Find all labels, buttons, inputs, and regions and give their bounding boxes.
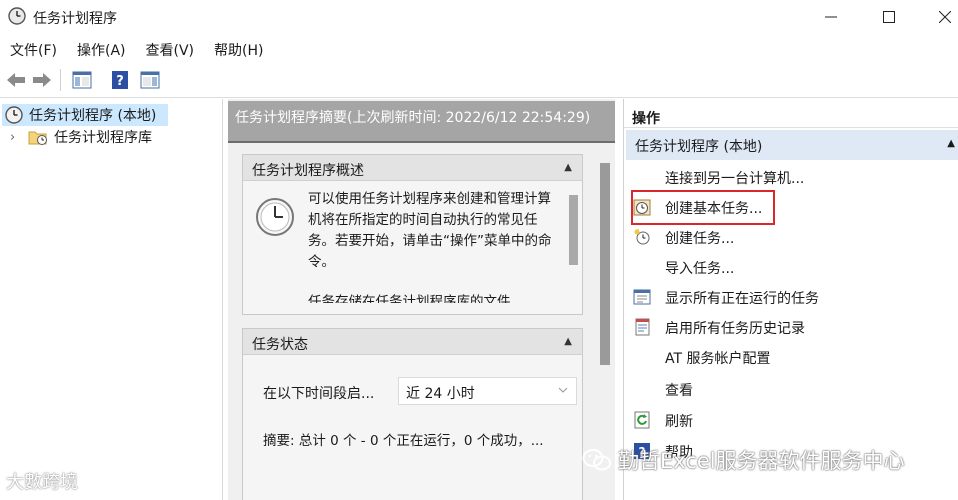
status-section: 任务状态 ▲ 在以下时间段启... 近 24 小时 摘要: 总计 0 个 - 0… [242, 328, 583, 500]
overview-section-header[interactable]: 任务计划程序概述 ▲ [243, 155, 582, 181]
menu-action[interactable]: 操作(A) [67, 36, 136, 62]
overview-scrollbar-thumb[interactable] [569, 195, 578, 265]
action-label: 显示所有正在运行的任务 [665, 291, 819, 307]
maximize-icon [883, 11, 895, 23]
actions-pane: 操作 任务计划程序 (本地) ▲ 连接到另一台计算机... 创建基本任务... … [623, 99, 958, 500]
console-tree: 任务计划程序 (本地) › 任务计划程序库 [0, 99, 223, 500]
forward-arrow-icon [33, 73, 51, 87]
history-icon [635, 318, 650, 336]
back-arrow-icon [7, 73, 25, 87]
minimize-button[interactable] [808, 0, 854, 34]
period-select-value: 近 24 小时 [406, 386, 475, 402]
menu-bar: 文件(F) 操作(A) 查看(V) 帮助(H) [0, 36, 958, 62]
console-tree-icon [72, 71, 92, 89]
task-scheduler-clock-icon [8, 7, 26, 25]
clock-icon [5, 106, 23, 124]
menu-file[interactable]: 文件(F) [0, 36, 67, 62]
title-bar: 任务计划程序 [0, 0, 958, 34]
action-create-task[interactable]: 创建任务... [624, 223, 957, 251]
watermark-left: 大數跨境 [6, 468, 78, 494]
refresh-icon [634, 411, 650, 429]
action-label: AT 服务帐户配置 [665, 351, 771, 367]
toolbar-separator [60, 69, 61, 91]
watermark-left-text: 大數跨境 [6, 472, 78, 493]
help-toolbar-button[interactable]: ? [108, 68, 132, 92]
action-label: 启用所有任务历史记录 [665, 321, 805, 337]
action-connect-computer[interactable]: 连接到另一台计算机... [624, 163, 957, 191]
svg-text:?: ? [116, 74, 124, 89]
folder-clock-icon [28, 131, 47, 145]
period-label: 在以下时间段启... [263, 386, 375, 402]
wechat-icon [582, 449, 611, 471]
tree-item-label: 任务计划程序 (本地) [29, 108, 157, 124]
window-title: 任务计划程序 [33, 11, 117, 27]
action-at-service-account[interactable]: AT 服务帐户配置 [624, 343, 957, 371]
collapse-caret-icon[interactable]: ▲ [564, 336, 572, 347]
action-view[interactable]: 查看 [624, 375, 957, 403]
summary-header: 任务计划程序摘要(上次刷新时间: 2022/6/12 22:54:29) [228, 101, 615, 141]
action-label: 导入任务... [665, 261, 735, 277]
action-refresh[interactable]: 刷新 [624, 406, 957, 434]
collapse-caret-icon[interactable]: ▲ [564, 162, 572, 173]
toolbar: ? [0, 63, 958, 98]
action-pane-icon [140, 71, 160, 89]
collapse-caret-icon[interactable]: ▲ [947, 138, 955, 149]
summary-divider [228, 141, 615, 143]
overview-description: 可以使用任务计划程序来创建和管理计算机将在所指定的时间自动执行的常见任务。若要开… [308, 191, 552, 270]
tree-item-task-scheduler-library[interactable]: › 任务计划程序库 [10, 126, 190, 148]
summary-pane: 任务计划程序摘要(上次刷新时间: 2022/6/12 22:54:29) 任务计… [228, 99, 615, 500]
action-label: 刷新 [665, 414, 693, 430]
running-tasks-icon [633, 289, 651, 305]
action-label: 连接到另一台计算机... [665, 171, 805, 187]
status-section-header[interactable]: 任务状态 ▲ [243, 329, 582, 355]
overview-title: 任务计划程序概述 [252, 163, 364, 179]
status-title: 任务状态 [252, 337, 308, 353]
create-task-icon [634, 229, 650, 245]
action-display-running-tasks[interactable]: 显示所有正在运行的任务 [624, 283, 957, 311]
show-console-tree-button[interactable] [70, 68, 94, 92]
status-summary: 摘要: 总计 0 个 - 0 个正在运行，0 个成功，... [263, 433, 544, 449]
summary-scrollbar-thumb[interactable] [600, 163, 610, 365]
tree-item-task-scheduler-local[interactable]: 任务计划程序 (本地) [2, 104, 168, 126]
actions-header: 操作 [624, 105, 958, 128]
menu-help[interactable]: 帮助(H) [204, 36, 273, 62]
help-icon: ? [112, 71, 128, 89]
actions-group-task-scheduler-local[interactable]: 任务计划程序 (本地) ▲ [626, 130, 958, 160]
period-select[interactable]: 近 24 小时 [398, 377, 577, 405]
action-label: 查看 [665, 383, 693, 399]
overview-section: 任务计划程序概述 ▲ 可以使用任务计划程序来创建和管理计算机将在所指定的时间自动… [242, 154, 583, 315]
chevron-down-icon [558, 387, 568, 393]
actions-group-label: 任务计划程序 (本地) [635, 139, 763, 155]
action-enable-history[interactable]: 启用所有任务历史记录 [624, 313, 957, 341]
minimize-icon [825, 16, 837, 18]
highlight-box [631, 190, 775, 225]
menu-view[interactable]: 查看(V) [136, 36, 205, 62]
forward-button[interactable] [30, 68, 54, 92]
large-clock-icon [256, 198, 294, 236]
show-action-pane-button[interactable] [138, 68, 162, 92]
back-button[interactable] [4, 68, 28, 92]
action-import-task[interactable]: 导入任务... [624, 253, 957, 281]
overview-description-cut: 任务存储在任务计划程序库的文件 [308, 294, 511, 303]
action-label: 创建任务... [665, 231, 735, 247]
tree-item-label: 任务计划程序库 [54, 130, 152, 146]
maximize-button[interactable] [866, 0, 912, 34]
watermark-right: 勤哲Excel服务器软件服务中心 [582, 445, 905, 475]
close-icon [939, 11, 951, 23]
chevron-right-icon[interactable]: › [10, 130, 24, 145]
watermark-right-text: 勤哲Excel服务器软件服务中心 [618, 449, 905, 473]
close-button[interactable] [922, 0, 958, 34]
